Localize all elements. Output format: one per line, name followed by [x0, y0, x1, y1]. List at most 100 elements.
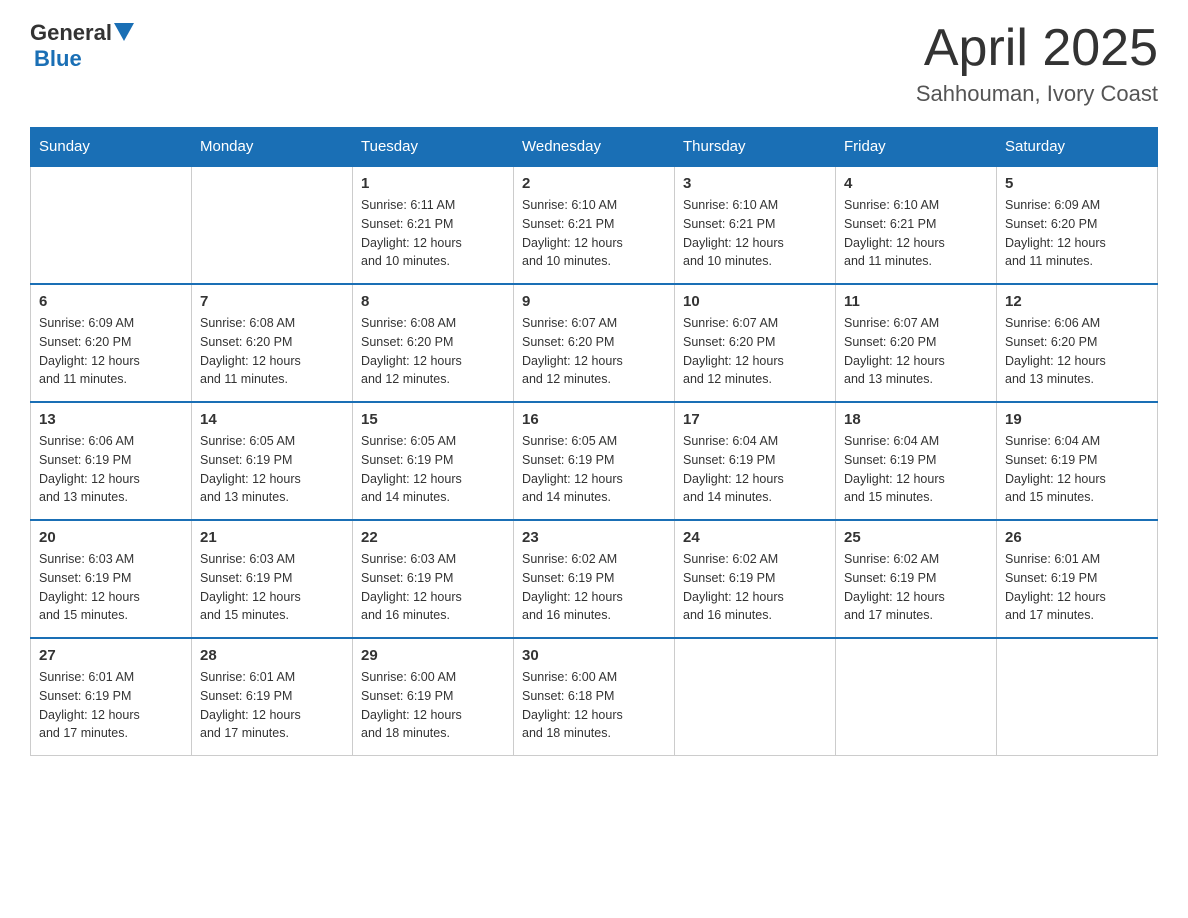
day-number: 29 — [361, 647, 505, 664]
table-row: 21Sunrise: 6:03 AM Sunset: 6:19 PM Dayli… — [192, 520, 353, 638]
table-row: 19Sunrise: 6:04 AM Sunset: 6:19 PM Dayli… — [997, 402, 1158, 520]
logo-general: General — [30, 20, 112, 46]
day-number: 10 — [683, 293, 827, 310]
week-row-2: 6 Sunrise: 6:09 AM Sunset: 6:20 PM Daylig… — [31, 284, 1158, 402]
table-row: 16 Sunrise: 6:05 AM Sunset: 6:19 PM Dayli… — [514, 402, 675, 520]
day-info: Sunrise: 6:09 AM Sunset: 6:20 PM Dayligh… — [1005, 196, 1149, 271]
header-day-wednesday: Wednesday — [514, 128, 675, 167]
table-row: 23 Sunrise: 6:02 AM Sunset: 6:19 PM Dayli… — [514, 520, 675, 638]
day-number: 1 — [361, 175, 505, 192]
day-info: Sunrise: 6:05 AM Sunset: 6:19 PM Dayligh… — [522, 432, 666, 507]
day-number: 21 — [200, 529, 344, 546]
logo-triangle-icon — [114, 23, 134, 43]
day-info: Sunrise: 6:07 AM Sunset: 6:20 PM Dayligh… — [683, 314, 827, 389]
week-row-4: 20 Sunrise: 6:03 AM Sunset: 6:19 PM Dayli… — [31, 520, 1158, 638]
day-info: Sunrise: 6:10 AM Sunset: 6:21 PM Dayligh… — [844, 196, 988, 271]
week-row-5: 27 Sunrise: 6:01 AM Sunset: 6:19 PM Dayli… — [31, 638, 1158, 756]
header-day-sunday: Sunday — [31, 128, 192, 167]
day-info: Sunrise: 6:11 AM Sunset: 6:21 PM Dayligh… — [361, 196, 505, 271]
table-row: 24 Sunrise: 6:02 AM Sunset: 6:19 PM Dayli… — [675, 520, 836, 638]
table-row: 11Sunrise: 6:07 AM Sunset: 6:20 PM Dayli… — [836, 284, 997, 402]
day-number: 17 — [683, 411, 827, 428]
day-number: 15 — [361, 411, 505, 428]
day-info: Sunrise: 6:06 AM Sunset: 6:20 PM Dayligh… — [1005, 314, 1149, 389]
header-row: SundayMondayTuesdayWednesdayThursdayFrid… — [31, 128, 1158, 167]
day-info: Sunrise: 6:07 AM Sunset: 6:20 PM Dayligh… — [522, 314, 666, 389]
day-info: Sunrise: 6:06 AM Sunset: 6:19 PM Dayligh… — [39, 432, 183, 507]
day-info: Sunrise: 6:00 AM Sunset: 6:19 PM Dayligh… — [361, 668, 505, 743]
header: General Blue April 2025 Sahhouman, Ivory… — [30, 20, 1158, 107]
day-number: 5 — [1005, 175, 1149, 192]
day-number: 13 — [39, 411, 183, 428]
calendar-table: SundayMondayTuesdayWednesdayThursdayFrid… — [30, 127, 1158, 756]
table-row — [836, 638, 997, 756]
table-row: 30Sunrise: 6:00 AM Sunset: 6:18 PM Dayli… — [514, 638, 675, 756]
day-number: 2 — [522, 175, 666, 192]
day-info: Sunrise: 6:02 AM Sunset: 6:19 PM Dayligh… — [683, 550, 827, 625]
header-day-monday: Monday — [192, 128, 353, 167]
day-info: Sunrise: 6:01 AM Sunset: 6:19 PM Dayligh… — [200, 668, 344, 743]
day-number: 9 — [522, 293, 666, 310]
table-row: 6 Sunrise: 6:09 AM Sunset: 6:20 PM Daylig… — [31, 284, 192, 402]
logo-blue: Blue — [34, 46, 82, 71]
day-number: 3 — [683, 175, 827, 192]
table-row: 5 Sunrise: 6:09 AM Sunset: 6:20 PM Daylig… — [997, 166, 1158, 284]
table-row: 26Sunrise: 6:01 AM Sunset: 6:19 PM Dayli… — [997, 520, 1158, 638]
day-info: Sunrise: 6:09 AM Sunset: 6:20 PM Dayligh… — [39, 314, 183, 389]
table-row: 17 Sunrise: 6:04 AM Sunset: 6:19 PM Dayli… — [675, 402, 836, 520]
table-row: 20 Sunrise: 6:03 AM Sunset: 6:19 PM Dayli… — [31, 520, 192, 638]
table-row: 2Sunrise: 6:10 AM Sunset: 6:21 PM Daylig… — [514, 166, 675, 284]
table-row: 28 Sunrise: 6:01 AM Sunset: 6:19 PM Dayli… — [192, 638, 353, 756]
title-area: April 2025 Sahhouman, Ivory Coast — [916, 20, 1158, 107]
day-number: 25 — [844, 529, 988, 546]
day-number: 28 — [200, 647, 344, 664]
day-info: Sunrise: 6:02 AM Sunset: 6:19 PM Dayligh… — [844, 550, 988, 625]
calendar-header: SundayMondayTuesdayWednesdayThursdayFrid… — [31, 128, 1158, 167]
table-row: 7 Sunrise: 6:08 AM Sunset: 6:20 PM Daylig… — [192, 284, 353, 402]
header-day-tuesday: Tuesday — [353, 128, 514, 167]
day-info: Sunrise: 6:01 AM Sunset: 6:19 PM Dayligh… — [39, 668, 183, 743]
table-row: 4 Sunrise: 6:10 AM Sunset: 6:21 PM Daylig… — [836, 166, 997, 284]
table-row: 3 Sunrise: 6:10 AM Sunset: 6:21 PM Daylig… — [675, 166, 836, 284]
day-number: 16 — [522, 411, 666, 428]
day-number: 12 — [1005, 293, 1149, 310]
day-info: Sunrise: 6:08 AM Sunset: 6:20 PM Dayligh… — [200, 314, 344, 389]
day-info: Sunrise: 6:04 AM Sunset: 6:19 PM Dayligh… — [683, 432, 827, 507]
day-number: 26 — [1005, 529, 1149, 546]
header-day-friday: Friday — [836, 128, 997, 167]
day-info: Sunrise: 6:04 AM Sunset: 6:19 PM Dayligh… — [1005, 432, 1149, 507]
day-info: Sunrise: 6:05 AM Sunset: 6:19 PM Dayligh… — [361, 432, 505, 507]
week-row-1: 1 Sunrise: 6:11 AM Sunset: 6:21 PM Daylig… — [31, 166, 1158, 284]
day-number: 27 — [39, 647, 183, 664]
day-info: Sunrise: 6:08 AM Sunset: 6:20 PM Dayligh… — [361, 314, 505, 389]
table-row — [192, 166, 353, 284]
day-info: Sunrise: 6:03 AM Sunset: 6:19 PM Dayligh… — [361, 550, 505, 625]
day-number: 8 — [361, 293, 505, 310]
day-number: 6 — [39, 293, 183, 310]
day-number: 23 — [522, 529, 666, 546]
day-number: 18 — [844, 411, 988, 428]
day-number: 4 — [844, 175, 988, 192]
table-row: 29 Sunrise: 6:00 AM Sunset: 6:19 PM Dayli… — [353, 638, 514, 756]
day-info: Sunrise: 6:10 AM Sunset: 6:21 PM Dayligh… — [683, 196, 827, 271]
table-row: 9 Sunrise: 6:07 AM Sunset: 6:20 PM Daylig… — [514, 284, 675, 402]
table-row: 14Sunrise: 6:05 AM Sunset: 6:19 PM Dayli… — [192, 402, 353, 520]
day-info: Sunrise: 6:03 AM Sunset: 6:19 PM Dayligh… — [39, 550, 183, 625]
header-day-saturday: Saturday — [997, 128, 1158, 167]
logo: General Blue — [30, 20, 134, 72]
table-row: 18Sunrise: 6:04 AM Sunset: 6:19 PM Dayli… — [836, 402, 997, 520]
day-number: 7 — [200, 293, 344, 310]
table-row — [31, 166, 192, 284]
table-row: 8 Sunrise: 6:08 AM Sunset: 6:20 PM Daylig… — [353, 284, 514, 402]
day-info: Sunrise: 6:05 AM Sunset: 6:19 PM Dayligh… — [200, 432, 344, 507]
calendar-subtitle: Sahhouman, Ivory Coast — [916, 81, 1158, 107]
table-row: 25 Sunrise: 6:02 AM Sunset: 6:19 PM Dayli… — [836, 520, 997, 638]
day-info: Sunrise: 6:02 AM Sunset: 6:19 PM Dayligh… — [522, 550, 666, 625]
calendar-title: April 2025 — [916, 20, 1158, 77]
day-number: 20 — [39, 529, 183, 546]
table-row: 27 Sunrise: 6:01 AM Sunset: 6:19 PM Dayli… — [31, 638, 192, 756]
day-number: 24 — [683, 529, 827, 546]
table-row — [997, 638, 1158, 756]
table-row: 1 Sunrise: 6:11 AM Sunset: 6:21 PM Daylig… — [353, 166, 514, 284]
table-row — [675, 638, 836, 756]
